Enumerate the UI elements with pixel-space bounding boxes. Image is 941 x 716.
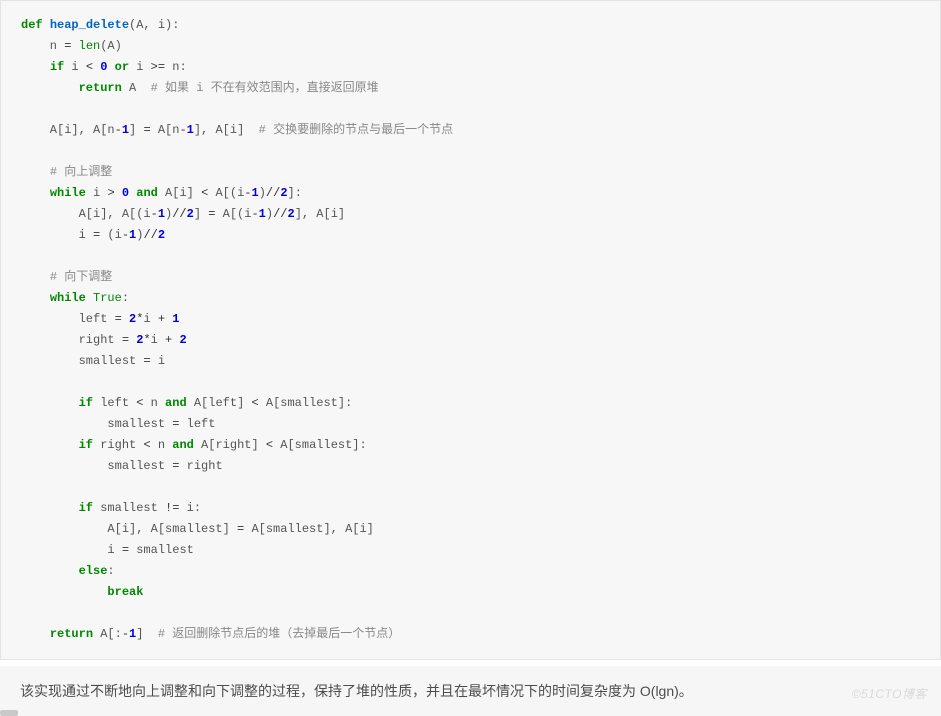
horizontal-scroll-thumb[interactable] [0,710,18,716]
watermark-text: ©51CTO博客 [852,685,927,704]
explanation-panel: 该实现通过不断地向上调整和向下调整的过程，保持了堆的性质，并且在最坏情况下的时间… [0,666,941,716]
explanation-text: 该实现通过不断地向上调整和向下调整的过程，保持了堆的性质，并且在最坏情况下的时间… [20,683,693,699]
code-block[interactable]: def heap_delete(A, i): n = len(A) if i <… [0,0,941,660]
